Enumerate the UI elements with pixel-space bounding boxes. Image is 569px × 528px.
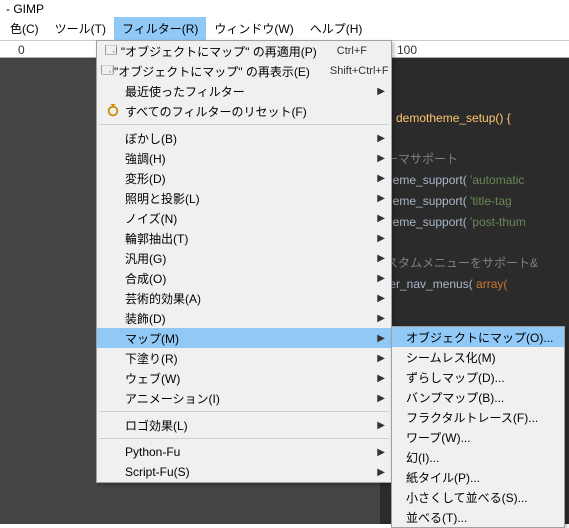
menu-logo[interactable]: ロゴ効果(L)▶ bbox=[97, 415, 391, 435]
submenu-arrow-icon: ▶ bbox=[377, 153, 385, 164]
submenu-arrow-icon: ▶ bbox=[377, 253, 385, 264]
menu-generic[interactable]: 汎用(G)▶ bbox=[97, 248, 391, 268]
menu-artistic[interactable]: 芸術的効果(A)▶ bbox=[97, 288, 391, 308]
menu-distort[interactable]: 変形(D)▶ bbox=[97, 168, 391, 188]
submenu-smalltile[interactable]: 小さくして並べる(S)... bbox=[392, 487, 564, 507]
submenu-arrow-icon: ▶ bbox=[377, 133, 385, 144]
submenu-displace[interactable]: ずらしマップ(D)... bbox=[392, 367, 564, 387]
submenu-arrow-icon: ▶ bbox=[377, 420, 385, 431]
menu-light[interactable]: 照明と投影(L)▶ bbox=[97, 188, 391, 208]
submenu-arrow-icon: ▶ bbox=[377, 233, 385, 244]
submenu-map-object[interactable]: オブジェクトにマップ(O)... bbox=[392, 327, 564, 347]
submenu-arrow-icon: ▶ bbox=[377, 213, 385, 224]
menu-recent[interactable]: 最近使ったフィルター▶ bbox=[97, 81, 391, 101]
menu-combine[interactable]: 合成(O)▶ bbox=[97, 268, 391, 288]
menu-web[interactable]: ウェブ(W)▶ bbox=[97, 368, 391, 388]
menu-noise[interactable]: ノイズ(N)▶ bbox=[97, 208, 391, 228]
accel-text: Shift+Ctrl+F bbox=[330, 65, 389, 77]
submenu-arrow-icon: ▶ bbox=[377, 373, 385, 384]
submenu-arrow-icon: ▶ bbox=[377, 293, 385, 304]
submenu-seamless[interactable]: シームレス化(M) bbox=[392, 347, 564, 367]
submenu-bump[interactable]: バンプマップ(B)... bbox=[392, 387, 564, 407]
submenu-arrow-icon: ▶ bbox=[377, 393, 385, 404]
window-title: - GIMP bbox=[0, 0, 569, 18]
submenu-arrow-icon: ▶ bbox=[377, 467, 385, 478]
menu-color[interactable]: 色(C) bbox=[2, 17, 47, 40]
menu-reset-all[interactable]: すべてのフィルターのリセット(F) bbox=[97, 101, 391, 121]
menu-blur[interactable]: ぼかし(B)▶ bbox=[97, 128, 391, 148]
separator bbox=[99, 411, 389, 412]
menu-bar: 色(C) ツール(T) フィルター(R) ウィンドウ(W) ヘルプ(H) bbox=[0, 18, 569, 40]
menu-window[interactable]: ウィンドウ(W) bbox=[206, 17, 301, 40]
filter-dropdown: 🗔 "オブジェクトにマップ" の再適用(P) Ctrl+F 🗔 "オブジェクトに… bbox=[96, 40, 392, 483]
submenu-illusion[interactable]: 幻(I)... bbox=[392, 447, 564, 467]
submenu-fractal[interactable]: フラクタルトレース(F)... bbox=[392, 407, 564, 427]
submenu-arrow-icon: ▶ bbox=[377, 313, 385, 324]
menu-decor[interactable]: 装飾(D)▶ bbox=[97, 308, 391, 328]
menu-python-fu[interactable]: Python-Fu▶ bbox=[97, 442, 391, 462]
menu-map[interactable]: マップ(M)▶ bbox=[97, 328, 391, 348]
menu-script-fu[interactable]: Script-Fu(S)▶ bbox=[97, 462, 391, 482]
map-submenu: オブジェクトにマップ(O)... シームレス化(M) ずらしマップ(D)... … bbox=[391, 326, 565, 528]
menu-render[interactable]: 下塗り(R)▶ bbox=[97, 348, 391, 368]
menu-filter[interactable]: フィルター(R) bbox=[114, 17, 206, 40]
separator bbox=[99, 438, 389, 439]
reshow-icon: 🗔 bbox=[101, 61, 114, 82]
ruler-tick-0: 0 bbox=[18, 43, 25, 57]
submenu-arrow-icon: ▶ bbox=[377, 86, 385, 97]
submenu-arrow-icon: ▶ bbox=[377, 447, 385, 458]
submenu-papertile[interactable]: 紙タイル(P)... bbox=[392, 467, 564, 487]
reapply-icon: 🗔 bbox=[101, 41, 121, 62]
submenu-arrow-icon: ▶ bbox=[377, 193, 385, 204]
menu-reapply[interactable]: 🗔 "オブジェクトにマップ" の再適用(P) Ctrl+F bbox=[97, 41, 391, 61]
submenu-tile[interactable]: 並べる(T)... bbox=[392, 507, 564, 527]
submenu-arrow-icon: ▶ bbox=[377, 353, 385, 364]
submenu-arrow-icon: ▶ bbox=[377, 273, 385, 284]
menu-animation[interactable]: アニメーション(I)▶ bbox=[97, 388, 391, 408]
ruler-tick-100: 100 bbox=[397, 43, 417, 57]
menu-tool[interactable]: ツール(T) bbox=[47, 17, 114, 40]
menu-edge[interactable]: 輪郭抽出(T)▶ bbox=[97, 228, 391, 248]
submenu-arrow-icon: ▶ bbox=[377, 173, 385, 184]
menu-help[interactable]: ヘルプ(H) bbox=[302, 17, 371, 40]
menu-enhance[interactable]: 強調(H)▶ bbox=[97, 148, 391, 168]
accel-text: Ctrl+F bbox=[337, 45, 367, 57]
submenu-arrow-icon: ▶ bbox=[377, 333, 385, 344]
submenu-warp[interactable]: ワープ(W)... bbox=[392, 427, 564, 447]
reset-icon bbox=[101, 104, 125, 118]
menu-reshow[interactable]: 🗔 "オブジェクトにマップ" の再表示(E) Shift+Ctrl+F bbox=[97, 61, 391, 81]
separator bbox=[99, 124, 389, 125]
